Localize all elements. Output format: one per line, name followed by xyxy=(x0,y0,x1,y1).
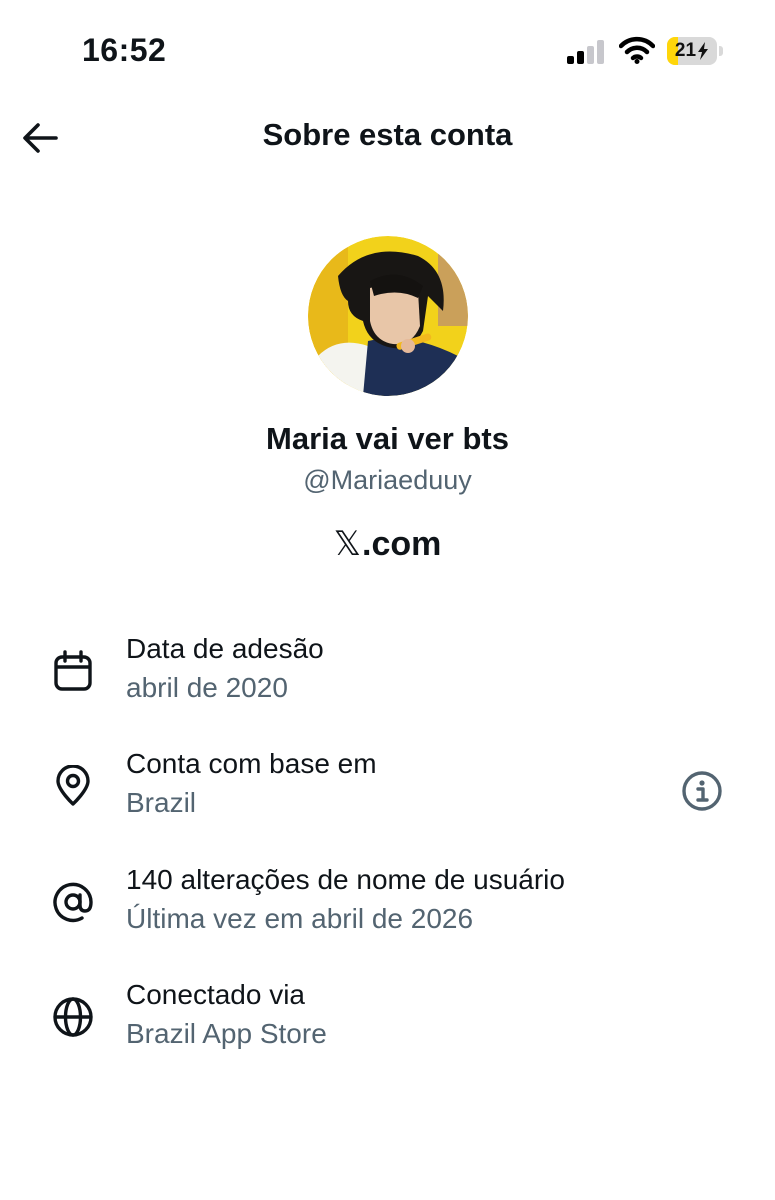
info-title: Data de adesão xyxy=(126,633,324,664)
battery-cap xyxy=(719,46,723,56)
page-title: Sobre esta conta xyxy=(262,117,513,152)
info-title: Conta com base em xyxy=(126,748,377,779)
about-account-screen: 16:52 21 Sobre esta conta Maria vai ver … xyxy=(0,0,775,1200)
battery-indicator: 21 xyxy=(667,37,725,65)
info-value: Brazil App Store xyxy=(126,1018,327,1049)
info-value: Brazil xyxy=(126,787,197,818)
location-pin-icon xyxy=(56,765,90,806)
info-icon xyxy=(682,771,722,811)
domain-suffix: .com xyxy=(362,524,442,563)
username-handle: @Mariaeduuy xyxy=(303,465,472,495)
status-time: 16:52 xyxy=(82,32,167,68)
x-logo-icon: 𝕏 xyxy=(333,525,362,563)
battery-level: 21 xyxy=(674,40,697,61)
info-row-join-date: Data de adesão abril de 2020 xyxy=(0,633,775,713)
globe-icon xyxy=(53,997,93,1037)
info-value: Última vez em abril de 2026 xyxy=(126,903,474,934)
info-row-connected-via: Conectado via Brazil App Store xyxy=(0,979,775,1059)
info-title: 140 alterações de nome de usuário xyxy=(126,864,565,895)
info-row-username-changes: 140 alterações de nome de usuário Última… xyxy=(0,864,775,944)
status-bar: 16:52 21 xyxy=(0,0,775,100)
info-title: Conectado via xyxy=(126,979,306,1010)
display-name: Maria vai ver bts xyxy=(266,421,509,456)
charging-bolt-icon xyxy=(698,42,709,60)
info-value: abril de 2020 xyxy=(126,672,288,703)
signal-icon xyxy=(567,40,604,64)
at-sign-icon xyxy=(53,882,93,923)
info-button[interactable] xyxy=(681,770,723,812)
info-row-account-location: Conta com base em Brazil xyxy=(0,748,775,828)
wifi-icon xyxy=(619,36,655,64)
domain-label: 𝕏 .com xyxy=(0,524,775,564)
battery-body: 21 xyxy=(667,37,717,65)
avatar[interactable] xyxy=(308,236,468,396)
battery-level-text: 21 xyxy=(667,37,717,65)
calendar-icon xyxy=(54,650,92,691)
